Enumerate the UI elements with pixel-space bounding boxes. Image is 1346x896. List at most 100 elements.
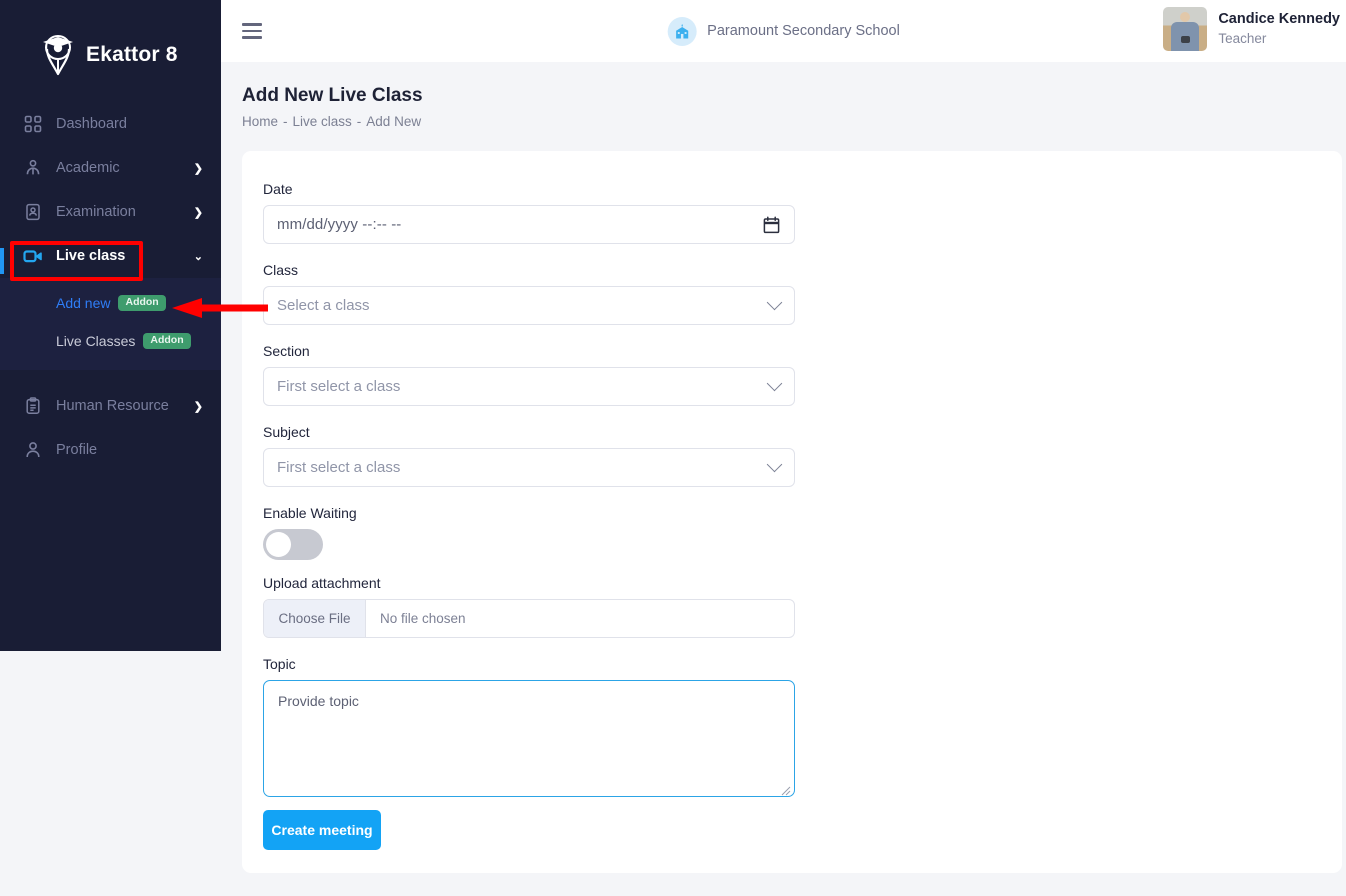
chevron-down-icon <box>767 295 783 311</box>
addon-badge: Addon <box>118 295 165 311</box>
sidebar-item-label: Dashboard <box>56 116 203 132</box>
graduation-cap-pin-icon <box>40 33 76 77</box>
upload-label: Upload attachment <box>263 575 795 591</box>
active-item-indicator <box>0 248 4 274</box>
spacer <box>263 487 1342 505</box>
avatar <box>1163 7 1207 51</box>
class-label: Class <box>263 262 795 278</box>
grid-dots-icon <box>22 113 44 135</box>
chevron-right-icon: ❯ <box>194 206 203 219</box>
topic-placeholder: Provide topic <box>278 693 359 709</box>
choose-file-button[interactable]: Choose File <box>264 600 366 637</box>
user-meta: Candice Kennedy Teacher <box>1218 10 1340 48</box>
field-date: Date mm/dd/yyyy --:-- -- <box>263 181 795 244</box>
enable-waiting-toggle[interactable] <box>263 529 323 560</box>
spacer <box>263 560 1342 575</box>
toggle-knob <box>266 532 291 557</box>
hamburger-bar <box>242 23 262 26</box>
section-label: Section <box>263 343 795 359</box>
breadcrumb-add-new[interactable]: Add New <box>366 114 421 129</box>
addon-badge: Addon <box>143 333 190 349</box>
school-building-icon <box>667 17 696 46</box>
date-input[interactable]: mm/dd/yyyy --:-- -- <box>263 205 795 244</box>
breadcrumb-separator: - <box>357 114 362 129</box>
field-enable-waiting: Enable Waiting <box>263 505 795 560</box>
chevron-right-icon: ❯ <box>194 400 203 413</box>
breadcrumb-live-class[interactable]: Live class <box>293 114 352 129</box>
sidebar-item-live-class[interactable]: Live class ⌄ <box>0 234 221 278</box>
spacer <box>263 406 1342 424</box>
sidebar-item-label: Academic <box>56 160 194 176</box>
sidebar-subitem-add-new[interactable]: Add new Addon <box>0 284 221 322</box>
file-status-text: No file chosen <box>366 600 794 637</box>
class-select[interactable]: Select a class <box>263 286 795 325</box>
chevron-down-icon: ⌄ <box>194 250 203 263</box>
user-role: Teacher <box>1218 30 1340 48</box>
sidebar-item-label: Profile <box>56 442 203 458</box>
page-title: Add New Live Class <box>242 85 1346 107</box>
school-identity: Paramount Secondary School <box>667 17 900 46</box>
brand[interactable]: Ekattor 8 <box>0 0 221 84</box>
breadcrumb: Home - Live class - Add New <box>242 114 1346 129</box>
exam-document-icon <box>22 201 44 223</box>
brand-name: Ekattor 8 <box>86 43 178 67</box>
calendar-icon[interactable] <box>763 216 780 238</box>
person-icon <box>22 439 44 461</box>
breadcrumb-separator: - <box>283 114 288 129</box>
sidebar-nav: Dashboard Academic ❯ <box>0 102 221 472</box>
create-meeting-button[interactable]: Create meeting <box>263 810 381 850</box>
enable-waiting-label: Enable Waiting <box>263 505 795 521</box>
topbar: Paramount Secondary School Candice Kenne… <box>221 0 1346 62</box>
app-root: Ekattor 8 Dashboard <box>0 0 1346 896</box>
subject-select[interactable]: First select a class <box>263 448 795 487</box>
spacer <box>263 244 1342 262</box>
topic-label: Topic <box>263 656 795 672</box>
sidebar-submenu-live-class: Add new Addon Live Classes Addon <box>0 278 221 370</box>
class-selected-value: Select a class <box>277 297 370 314</box>
sidebar-subitem-label: Add new <box>56 295 110 311</box>
avatar-head <box>1180 12 1190 22</box>
breadcrumb-home[interactable]: Home <box>242 114 278 129</box>
field-section: Section First select a class <box>263 343 795 406</box>
sidebar-subitem-live-classes[interactable]: Live Classes Addon <box>0 322 221 360</box>
sidebar-item-examination[interactable]: Examination ❯ <box>0 190 221 234</box>
field-topic: Topic Provide topic <box>263 656 795 797</box>
date-placeholder: mm/dd/yyyy --:-- -- <box>277 216 401 233</box>
spacer <box>263 638 1342 656</box>
sidebar-item-label: Live class <box>56 248 194 264</box>
sidebar-item-human-resource[interactable]: Human Resource ❯ <box>0 384 221 428</box>
subject-label: Subject <box>263 424 795 440</box>
chevron-right-icon: ❯ <box>194 162 203 175</box>
avatar-hand <box>1181 36 1190 43</box>
section-select[interactable]: First select a class <box>263 367 795 406</box>
main-content: Add New Live Class Home - Live class - A… <box>221 62 1346 896</box>
resize-handle-icon[interactable] <box>781 783 791 793</box>
topic-textarea[interactable]: Provide topic <box>263 680 795 797</box>
nav-spacer <box>0 370 221 384</box>
section-selected-value: First select a class <box>277 378 400 395</box>
field-subject: Subject First select a class <box>263 424 795 487</box>
sidebar-item-label: Examination <box>56 204 194 220</box>
date-label: Date <box>263 181 795 197</box>
user-group-icon <box>22 157 44 179</box>
sidebar-item-academic[interactable]: Academic ❯ <box>0 146 221 190</box>
sidebar-item-profile[interactable]: Profile <box>0 428 221 472</box>
field-upload-attachment: Upload attachment Choose File No file ch… <box>263 575 795 638</box>
hamburger-icon[interactable] <box>242 18 268 44</box>
sidebar-subitem-label: Live Classes <box>56 333 135 349</box>
clipboard-icon <box>22 395 44 417</box>
sidebar-item-dashboard[interactable]: Dashboard <box>0 102 221 146</box>
user-menu[interactable]: Candice Kennedy Teacher <box>1163 7 1346 51</box>
live-class-form-card: Date mm/dd/yyyy --:-- -- Class <box>242 151 1342 873</box>
hamburger-bar <box>242 30 262 33</box>
chevron-down-icon <box>767 376 783 392</box>
subject-selected-value: First select a class <box>277 459 400 476</box>
user-name: Candice Kennedy <box>1218 10 1340 30</box>
spacer <box>263 325 1342 343</box>
sidebar-item-label: Human Resource <box>56 398 194 414</box>
video-camera-icon <box>22 245 44 267</box>
file-input-row[interactable]: Choose File No file chosen <box>263 599 795 638</box>
chevron-down-icon <box>767 457 783 473</box>
field-class: Class Select a class <box>263 262 795 325</box>
sidebar: Ekattor 8 Dashboard <box>0 0 221 651</box>
